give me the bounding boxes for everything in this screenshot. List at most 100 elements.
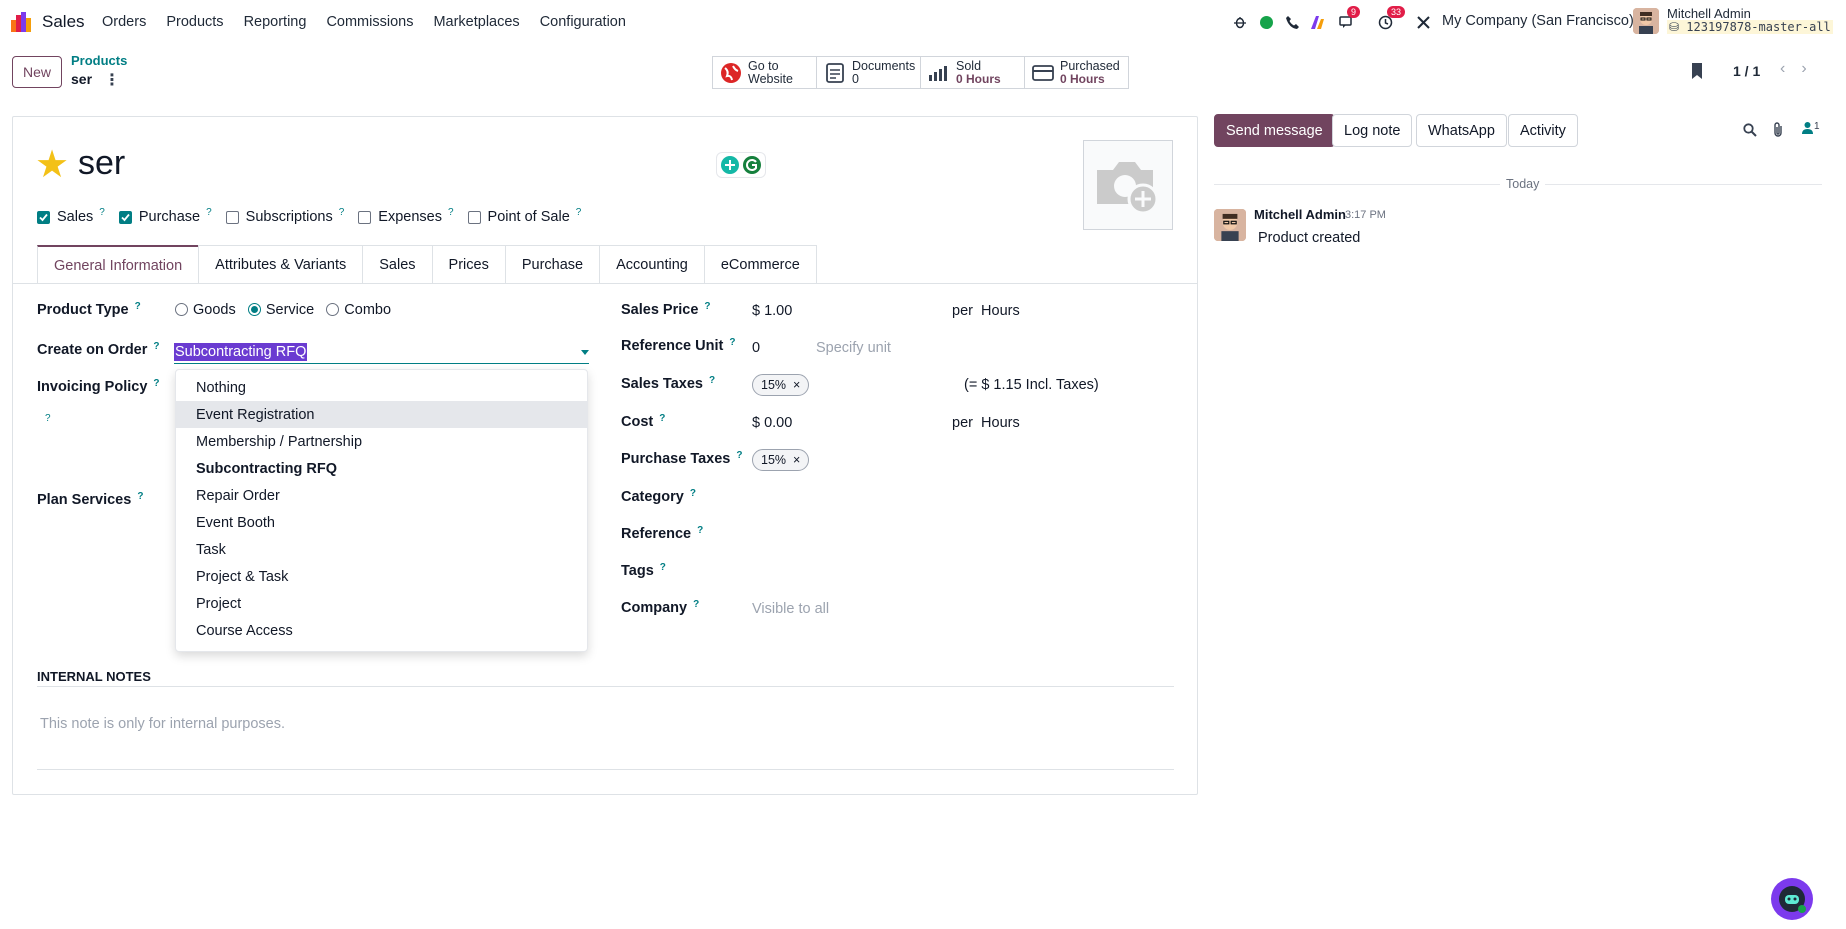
option-membership-partnership[interactable]: Membership / Partnership	[176, 428, 587, 455]
menu-orders[interactable]: Orders	[102, 14, 146, 30]
option-event-registration[interactable]: Event Registration	[176, 401, 587, 428]
sales-tax-tag[interactable]: 15% ×	[752, 374, 810, 396]
breadcrumb-products[interactable]: Products	[71, 53, 127, 68]
sold-button[interactable]: Sold 0 Hours	[920, 56, 1025, 89]
create-on-order-value[interactable]: Subcontracting RFQ	[174, 343, 308, 361]
checkbox-expenses[interactable]: Expenses?	[358, 207, 454, 225]
chevron-down-icon[interactable]	[581, 350, 589, 355]
grammarly-icon[interactable]	[742, 155, 762, 175]
product-name[interactable]: ser	[78, 144, 125, 183]
company-switcher[interactable]: My Company (San Francisco)	[1442, 13, 1634, 29]
checkbox-point-of-sale[interactable]: Point of Sale?	[467, 207, 581, 225]
help-icon[interactable]: ?	[339, 207, 345, 218]
help-icon[interactable]: ?	[693, 599, 699, 610]
actions-menu-icon[interactable]: ⋮	[104, 70, 120, 90]
checkbox-expenses-box[interactable]	[358, 210, 372, 224]
help-icon[interactable]: ?	[659, 413, 665, 424]
bookmark-icon[interactable]	[1690, 62, 1704, 80]
activity-button[interactable]: Activity	[1508, 114, 1578, 147]
purchased-button[interactable]: Purchased 0 Hours	[1024, 56, 1129, 89]
lightbulb-icon[interactable]	[720, 155, 740, 175]
bug-icon[interactable]	[1232, 12, 1248, 32]
checkbox-purchase-box[interactable]	[118, 210, 132, 224]
remove-tag-icon[interactable]: ×	[793, 453, 800, 467]
menu-commissions[interactable]: Commissions	[326, 14, 413, 30]
user-avatar[interactable]	[1633, 8, 1659, 34]
pager-arrows[interactable]: ‹›	[1780, 60, 1823, 78]
reference-unit-input[interactable]: 0	[752, 340, 760, 356]
option-course-access[interactable]: Course Access	[176, 617, 587, 644]
company-input[interactable]: Visible to all	[752, 601, 829, 617]
checkbox-subscriptions[interactable]: Subscriptions?	[225, 207, 345, 225]
tab-accounting[interactable]: Accounting	[599, 245, 705, 284]
help-icon[interactable]: ?	[729, 337, 735, 348]
menu-reporting[interactable]: Reporting	[244, 14, 307, 30]
tab-purchase[interactable]: Purchase	[504, 245, 601, 284]
option-task[interactable]: Task	[176, 536, 587, 563]
help-icon[interactable]: ?	[153, 341, 159, 352]
radio-service[interactable]: Service	[247, 302, 314, 318]
paperclip-icon[interactable]	[1772, 122, 1784, 138]
help-icon[interactable]: ?	[99, 207, 105, 218]
app-name[interactable]: Sales	[42, 12, 85, 32]
tab-ecommerce[interactable]: eCommerce	[703, 245, 817, 284]
help-icon[interactable]: ?	[206, 207, 212, 218]
help-icon[interactable]: ?	[153, 378, 159, 389]
whatsapp-button[interactable]: WhatsApp	[1416, 114, 1507, 147]
status-online-icon[interactable]	[1258, 12, 1274, 32]
message-author[interactable]: Mitchell Admin	[1254, 207, 1346, 222]
search-icon[interactable]	[1743, 123, 1757, 137]
tools-icon[interactable]	[1414, 12, 1432, 32]
followers-button[interactable]: 1	[1801, 121, 1820, 137]
option-nothing[interactable]: Nothing	[176, 374, 587, 401]
checkbox-sales-box[interactable]	[37, 210, 50, 224]
checkbox-sales[interactable]: Sales?	[37, 207, 105, 225]
remove-tag-icon[interactable]: ×	[793, 378, 800, 392]
user-name[interactable]: Mitchell Admin	[1667, 6, 1751, 21]
chatbot-icon[interactable]	[1771, 878, 1813, 920]
menu-configuration[interactable]: Configuration	[540, 14, 626, 30]
pager-value[interactable]: 1 / 1	[1733, 63, 1760, 79]
help-icon[interactable]: ?	[697, 525, 703, 536]
help-icon[interactable]: ?	[709, 375, 715, 386]
ai-assistant-icon[interactable]	[1309, 12, 1327, 32]
purchase-tax-tag[interactable]: 15% ×	[752, 449, 810, 471]
help-icon[interactable]: ?	[448, 207, 454, 218]
help-icon[interactable]: ?	[690, 488, 696, 499]
message-author-avatar[interactable]	[1214, 209, 1246, 241]
help-icon[interactable]: ?	[135, 301, 141, 312]
app-logo-icon[interactable]	[10, 11, 32, 33]
favorite-star-icon[interactable]: ★	[35, 146, 69, 184]
tab-prices[interactable]: Prices	[431, 245, 506, 284]
sales-price-input[interactable]: $ 1.00	[752, 303, 792, 319]
phone-icon[interactable]	[1283, 12, 1301, 32]
option-repair-order[interactable]: Repair Order	[176, 482, 587, 509]
go-to-website-button[interactable]: Go to Website	[712, 56, 817, 89]
option-project[interactable]: Project	[176, 590, 587, 617]
checkbox-subscriptions-box[interactable]	[225, 210, 239, 224]
help-icon[interactable]: ?	[45, 413, 51, 424]
help-icon[interactable]: ?	[137, 491, 143, 502]
previous-record-icon[interactable]: ‹	[1780, 60, 1801, 77]
menu-marketplaces[interactable]: Marketplaces	[433, 14, 519, 30]
option-event-booth[interactable]: Event Booth	[176, 509, 587, 536]
next-record-icon[interactable]: ›	[1801, 60, 1822, 77]
create-on-order-select[interactable]: Subcontracting RFQ	[174, 342, 589, 364]
radio-combo[interactable]: Combo	[326, 302, 391, 318]
tab-general-information[interactable]: General Information	[37, 245, 200, 284]
tab-attributes-variants[interactable]: Attributes & Variants	[198, 245, 364, 284]
checkbox-purchase[interactable]: Purchase?	[118, 207, 212, 225]
cost-input[interactable]: $ 0.00	[752, 415, 792, 431]
help-icon[interactable]: ?	[660, 562, 666, 573]
documents-button[interactable]: Documents 0	[816, 56, 921, 89]
log-note-button[interactable]: Log note	[1332, 114, 1413, 147]
menu-products[interactable]: Products	[166, 14, 223, 30]
new-button[interactable]: New	[12, 56, 62, 88]
radio-goods[interactable]: Goods	[175, 302, 236, 318]
option-project-task[interactable]: Project & Task	[176, 563, 587, 590]
send-message-button[interactable]: Send message	[1214, 114, 1335, 147]
tab-sales[interactable]: Sales	[362, 245, 433, 284]
checkbox-pos-box[interactable]	[467, 210, 481, 224]
reference-unit-placeholder[interactable]: Specify unit	[816, 340, 891, 356]
activities-clock-icon[interactable]: 33	[1375, 6, 1406, 32]
